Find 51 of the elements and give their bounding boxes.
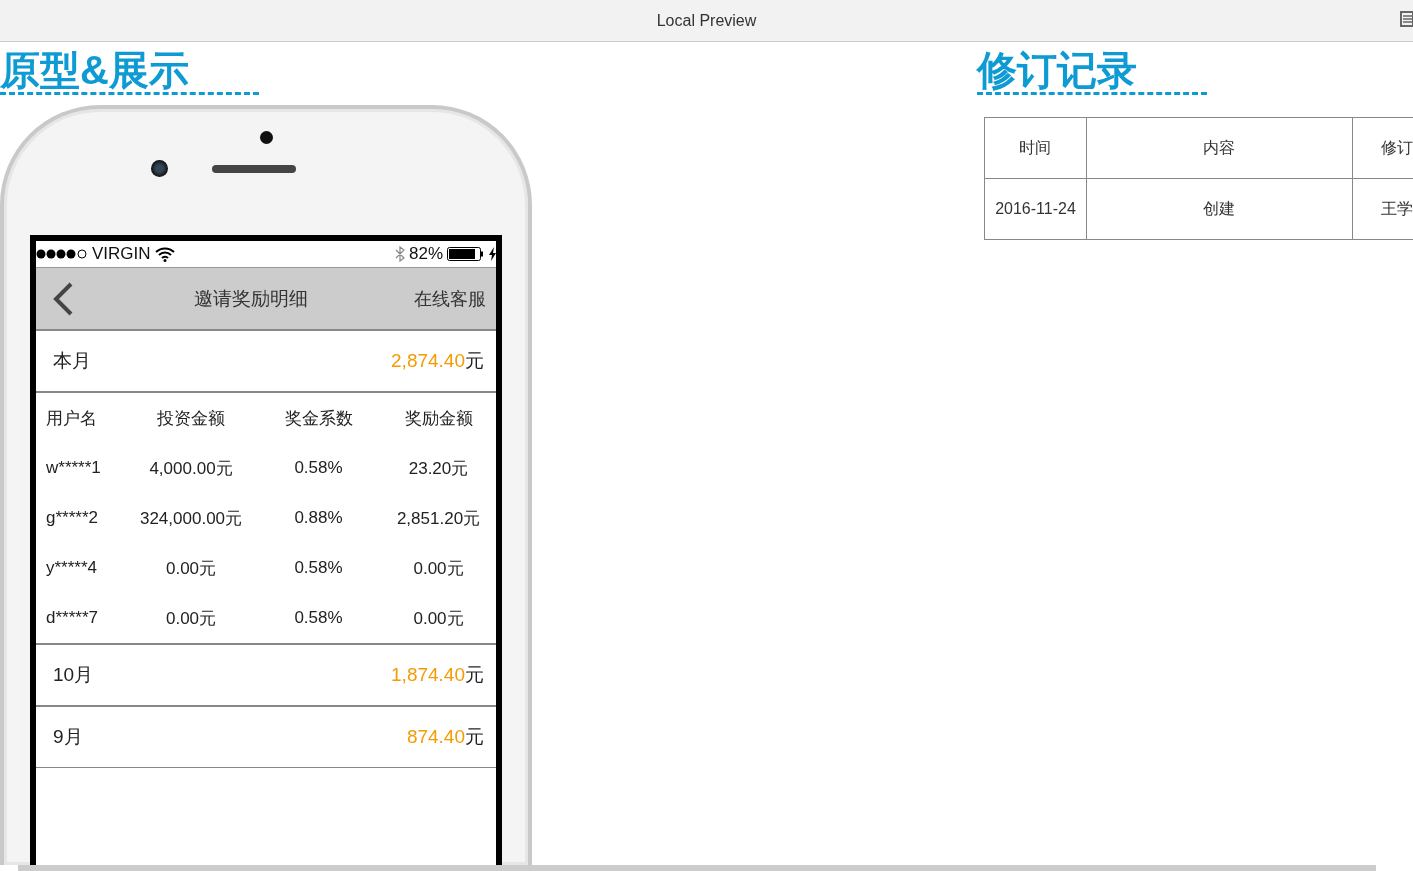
table-cell-text: 0.00元 <box>412 557 465 580</box>
table-cell-text: g*****2 <box>45 508 99 528</box>
month-label: 10月 <box>53 663 94 687</box>
month-row[interactable]: 本月 2,874.40元 <box>36 331 496 393</box>
column-header: 修订 <box>1352 117 1413 179</box>
month-label: 9月 <box>53 725 83 749</box>
bluetooth-icon <box>394 246 405 262</box>
support-link[interactable]: 在线客服 <box>414 286 486 311</box>
table-cell-text: 324,000.00元 <box>138 507 244 530</box>
battery-icon <box>447 247 485 261</box>
horizontal-scrollbar[interactable] <box>18 865 1376 871</box>
charging-icon <box>489 247 496 261</box>
month-label: 本月 <box>53 349 91 373</box>
table-cell-text: 4,000.00元 <box>148 457 234 480</box>
battery-percent: 82% <box>408 244 443 264</box>
table-cell-text: 0.00元 <box>412 607 465 630</box>
table-cell-text: 0.58% <box>293 458 344 478</box>
menu-icon[interactable] <box>1400 11 1413 27</box>
page-title: 邀请奖励明细 <box>194 286 308 311</box>
table-cell-text: d*****7 <box>45 608 99 628</box>
column-header: 奖金系数 <box>283 407 354 430</box>
column-header: 用户名 <box>45 407 98 430</box>
table-cell-text: 2,851.20元 <box>395 507 482 530</box>
table-cell-text: 0.00元 <box>164 607 218 630</box>
table-cell-text: 0.58% <box>293 558 344 578</box>
section-heading: 原型&展示 <box>0 42 259 95</box>
carrier-name: VIRGIN <box>92 244 151 264</box>
table-cell-text: 0.00元 <box>164 557 218 580</box>
column-header: 奖励金额 <box>403 407 474 430</box>
sensor-dot <box>259 131 273 144</box>
column-header: 内容 <box>1086 117 1353 179</box>
column-header: 时间 <box>984 117 1087 179</box>
window-title: Local Preview <box>656 11 757 30</box>
column-header: 投资金额 <box>156 407 226 430</box>
month-row[interactable]: 9月 874.40元 <box>36 707 496 768</box>
table-cell: 创建 <box>1086 178 1353 240</box>
signal-icon <box>36 249 88 259</box>
month-row[interactable]: 10月 1,874.40元 <box>36 645 496 707</box>
table-cell-text: y*****4 <box>45 558 99 578</box>
table-cell-text: 0.58% <box>293 608 344 628</box>
table-cell-text: w*****1 <box>45 458 102 478</box>
month-amount: 2,874.40元 <box>391 349 484 373</box>
table-cell-text: 23.20元 <box>407 457 470 480</box>
month-amount: 1,874.40元 <box>391 663 484 687</box>
table-cell-text: 0.88% <box>293 508 344 528</box>
back-icon[interactable] <box>52 281 74 316</box>
table-cell: 2016-11-24 <box>984 178 1087 240</box>
month-amount: 874.40元 <box>406 725 484 749</box>
section-heading: 修订记录 <box>977 42 1207 95</box>
wifi-icon <box>154 246 175 262</box>
camera-icon <box>150 160 168 177</box>
